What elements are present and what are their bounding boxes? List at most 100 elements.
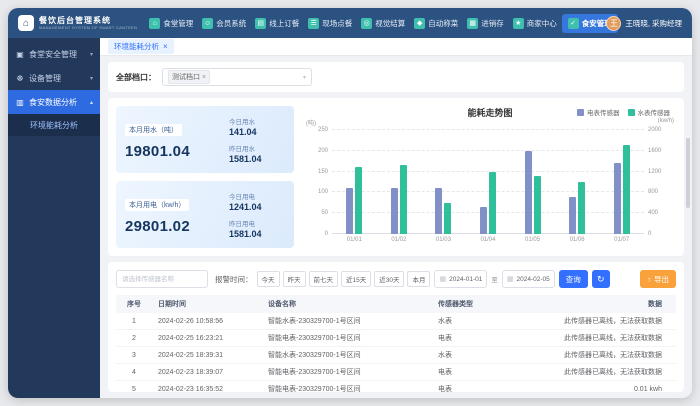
quick-range-last-30-days[interactable]: 近30天: [374, 271, 404, 287]
nav-item-canteen-mgmt[interactable]: ⌂食堂管理: [145, 15, 197, 32]
quick-range-today[interactable]: 今天: [257, 271, 280, 287]
search-button[interactable]: 查询: [559, 270, 588, 288]
nav-item-label: 会员系统: [216, 18, 246, 29]
nav-item-onsite-order[interactable]: ☰现场点餐: [304, 15, 356, 32]
quick-range-yesterday[interactable]: 昨天: [283, 271, 306, 287]
nav-item-merchant-center[interactable]: ★商家中心: [509, 15, 561, 32]
start-date-picker[interactable]: ▦ 2024-01-01: [434, 270, 487, 288]
cell-type: 电表: [432, 364, 522, 381]
cell-value: 0.01 kwh: [522, 381, 676, 393]
left-axis-unit: (吨): [306, 118, 316, 127]
nav-item-auto-weigh[interactable]: ◆自动称菜: [410, 15, 462, 32]
end-date-picker[interactable]: ▦ 2024-02-05: [502, 270, 555, 288]
visual-checkout-icon: ◎: [361, 18, 372, 29]
water-stat-value: 19801.04: [125, 143, 229, 160]
app-title: 餐饮后台管理系统: [39, 16, 137, 26]
export-button[interactable]: ↑ 导出: [640, 270, 676, 288]
reset-icon: ↻: [597, 274, 605, 284]
sensor-search-input[interactable]: [116, 270, 208, 288]
table-row: 52024-02-23 16:35:52智能电表-230329700-1号区间电…: [116, 381, 676, 393]
bar-电表传感器-01/01: [346, 188, 353, 234]
energy-trend-chart: 能耗走势图 电表传感器水表传感器 (吨) (kw/h) 01/0101/0201…: [304, 106, 676, 248]
water-stat-card: 本月用水（吨） 19801.04 今日用水 141.04 昨日用水: [116, 106, 294, 173]
bar-电表传感器-01/05: [525, 151, 532, 234]
table-body: 12024-02-26 10:58:56智能水表-230329700-1号区间水…: [116, 313, 676, 392]
stall-select[interactable]: 测试档口 × ▾: [162, 68, 312, 86]
canteen-mgmt-icon: ⌂: [149, 18, 160, 29]
reset-button[interactable]: ↻: [592, 270, 610, 288]
cell-seq: 2: [116, 330, 152, 347]
food-safety-mgmt-icon: ▣: [15, 50, 25, 59]
overview-panel: 本月用水（吨） 19801.04 今日用水 141.04 昨日用水: [108, 98, 684, 256]
legend-item-电表传感器[interactable]: 电表传感器: [577, 107, 620, 117]
cell-type: 水表: [432, 313, 522, 330]
sidebar-item-label: 设备管理: [29, 73, 61, 84]
bar-group-01/07: [614, 130, 630, 234]
bar-group-01/04: [480, 130, 496, 234]
chart-x-labels: 01/0101/0201/0301/0401/0501/0601/07: [332, 237, 644, 243]
nav-item-member-system[interactable]: ☺会员系统: [198, 15, 250, 32]
sidebar-menu: ▣食堂安全管理▾☸设备管理▾▥食安数据分析▴环境能耗分析: [8, 42, 100, 136]
legend-swatch-icon: [628, 109, 635, 116]
sidebar-item-food-safety-analysis[interactable]: ▥食安数据分析▴: [8, 90, 100, 114]
cell-device: 智能水表-230329700-1号区间: [262, 313, 432, 330]
water-yesterday-value: 1581.04: [229, 154, 285, 164]
power-stat-card: 本月用电（kw/h） 29801.02 今日用电 1241.04 昨日用电: [116, 181, 294, 248]
food-safety-icon: ✓: [568, 18, 579, 29]
water-stat-title: 本月用水（吨）: [125, 124, 182, 136]
chevron-down-icon: ▾: [90, 75, 93, 82]
nav-item-visual-checkout[interactable]: ◎视觉结算: [357, 15, 409, 32]
water-yesterday-label: 昨日用水: [229, 143, 285, 153]
col-datetime: 日期时间: [152, 295, 262, 313]
quick-range-this-month[interactable]: 本月: [407, 271, 430, 287]
tab-close-icon[interactable]: ×: [163, 43, 168, 51]
bar-group-01/02: [391, 130, 407, 234]
right-axis-unit: (kw/h): [658, 118, 674, 124]
user-profile[interactable]: 王 王晓晓, 采购经理: [606, 16, 682, 31]
tab-env-energy-analysis[interactable]: 环境能耗分析 ×: [108, 39, 174, 54]
cell-device: 智能电表-230329700-1号区间: [262, 381, 432, 393]
sidebar-item-equipment-mgmt[interactable]: ☸设备管理▾: [8, 66, 100, 90]
export-label: 导出: [654, 274, 669, 285]
y-axis-tick-left: 50: [321, 210, 328, 216]
quick-range-last-15-days[interactable]: 近15天: [341, 271, 371, 287]
power-stat-title: 本月用电（kw/h）: [125, 199, 189, 211]
quick-range-group: 今天昨天前七天近15天近30天本月: [257, 271, 431, 287]
y-axis-tick-right: 400: [648, 210, 658, 216]
water-today-label: 今日用水: [229, 116, 285, 126]
bar-水表传感器-01/06: [578, 182, 585, 234]
chevron-down-icon: ▾: [303, 74, 306, 81]
app-window: ⌂ 餐饮后台管理系统 MANAGEMENT SYSTEM OF SMART CA…: [8, 8, 692, 398]
user-avatar: 王: [606, 16, 621, 31]
bar-水表传感器-01/04: [489, 172, 496, 234]
bar-电表传感器-01/04: [480, 207, 487, 234]
vertical-scrollbar[interactable]: [686, 138, 690, 208]
legend-item-水表传感器[interactable]: 水表传感器: [628, 107, 671, 117]
table-header-row: 序号 日期时间 设备名称 传感器类型 数据: [116, 295, 676, 313]
sidebar-subitem-env-energy-analysis[interactable]: 环境能耗分析: [8, 114, 100, 136]
col-type: 传感器类型: [432, 295, 522, 313]
cell-datetime: 2024-02-25 18:39:31: [152, 347, 262, 364]
nav-item-label: 视觉结算: [375, 18, 405, 29]
tab-label: 环境能耗分析: [114, 41, 159, 52]
cell-type: 电表: [432, 381, 522, 393]
y-axis-tick-right: 2000: [648, 127, 661, 133]
bar-电表传感器-01/06: [569, 197, 576, 234]
user-name: 王晓晓, 采购经理: [625, 18, 682, 29]
power-yesterday-value: 1581.04: [229, 229, 285, 239]
chart-bars: [332, 130, 644, 234]
app-logo: ⌂ 餐饮后台管理系统 MANAGEMENT SYSTEM OF SMART CA…: [18, 15, 137, 31]
stall-tag-close-icon[interactable]: ×: [202, 74, 206, 81]
sidebar-item-food-safety-mgmt[interactable]: ▣食堂安全管理▾: [8, 42, 100, 66]
x-axis-tick: 01/06: [570, 237, 585, 243]
cell-seq: 5: [116, 381, 152, 393]
top-nav: ⌂食堂管理☺会员系统▤线上订餐☰现场点餐◎视觉结算◆自动称菜▦进销存★商家中心✓…: [145, 14, 600, 33]
tab-bar: 环境能耗分析 ×: [100, 38, 692, 56]
quick-range-last-7-days[interactable]: 前七天: [309, 271, 339, 287]
x-axis-tick: 01/02: [391, 237, 406, 243]
query-toolbar: 报警时间： 今天昨天前七天近15天近30天本月 ▦ 2024-01-01 至 ▦…: [116, 270, 676, 288]
power-yesterday-label: 昨日用电: [229, 218, 285, 228]
nav-item-inventory[interactable]: ▦进销存: [463, 15, 508, 32]
nav-item-online-order[interactable]: ▤线上订餐: [251, 15, 303, 32]
bar-水表传感器-01/01: [355, 167, 362, 234]
